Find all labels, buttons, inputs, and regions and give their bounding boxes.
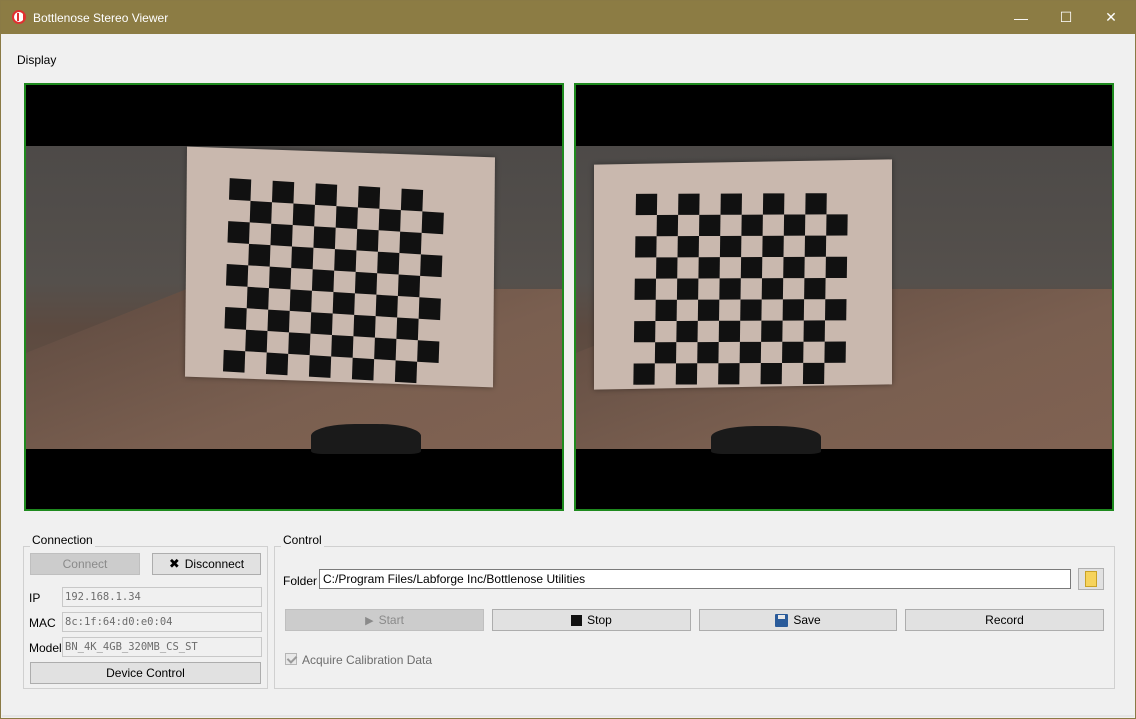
- control-legend: Control: [281, 533, 324, 547]
- close-button[interactable]: ✕: [1088, 1, 1134, 34]
- left-camera-image: [26, 146, 562, 454]
- maximize-button[interactable]: ☐: [1043, 1, 1089, 34]
- start-button[interactable]: ▶ Start: [285, 609, 484, 631]
- play-icon: ▶: [365, 614, 374, 627]
- title-bar[interactable]: Bottlenose Stereo Viewer — ☐ ✕: [1, 1, 1135, 34]
- mac-field[interactable]: 8c:1f:64:d0:e0:04: [62, 612, 262, 632]
- browse-folder-button[interactable]: [1078, 568, 1104, 590]
- stop-icon: [571, 614, 583, 626]
- main-window: Bottlenose Stereo Viewer — ☐ ✕ Display C…: [0, 0, 1136, 719]
- window-title: Bottlenose Stereo Viewer: [33, 11, 169, 25]
- save-button[interactable]: Save: [699, 609, 897, 631]
- menu-display[interactable]: Display: [17, 53, 56, 67]
- acquire-calibration-label: Acquire Calibration Data: [302, 653, 433, 667]
- floppy-disk-icon: [775, 613, 789, 627]
- right-camera-image: [576, 146, 1112, 454]
- device-control-button[interactable]: Device Control: [30, 662, 261, 684]
- folder-path-input[interactable]: C:/Program Files/Labforge Inc/Bottlenose…: [319, 569, 1071, 589]
- connect-button[interactable]: Connect: [30, 553, 140, 575]
- disconnect-button[interactable]: ✖ Disconnect: [152, 553, 261, 575]
- ip-field[interactable]: 192.168.1.34: [62, 587, 262, 607]
- bottlenose-logo-icon: [12, 10, 26, 24]
- minimize-button[interactable]: —: [998, 1, 1044, 34]
- x-icon: ✖: [168, 556, 180, 571]
- model-field[interactable]: BN_4K_4GB_320MB_CS_ST: [62, 637, 262, 657]
- ip-label: IP: [29, 591, 41, 605]
- record-button[interactable]: Record: [905, 609, 1104, 631]
- checkerboard-target: [185, 146, 495, 388]
- checkerboard-target: [594, 159, 892, 390]
- folder-label: Folder: [283, 574, 318, 588]
- connection-legend: Connection: [30, 533, 95, 547]
- right-camera-view: [574, 83, 1114, 511]
- left-camera-view: [24, 83, 564, 511]
- mac-label: MAC: [29, 616, 56, 630]
- folder-icon: [1085, 571, 1097, 587]
- stop-button[interactable]: Stop: [492, 609, 691, 631]
- status-strip: [2, 715, 1134, 717]
- acquire-calibration-checkbox[interactable]: [285, 653, 297, 665]
- model-label: Model: [29, 641, 62, 655]
